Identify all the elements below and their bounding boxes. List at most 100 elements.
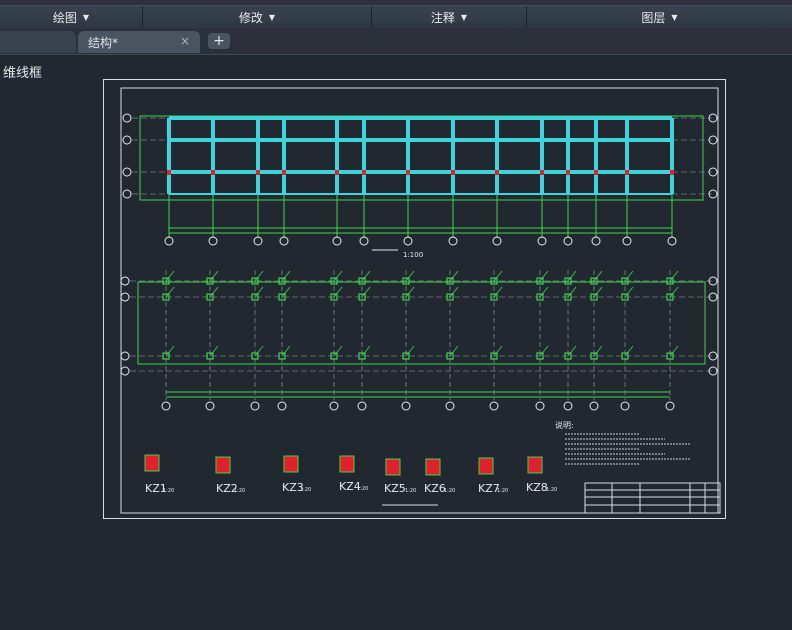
leader-line [669, 345, 679, 357]
column-mark [406, 170, 410, 175]
axis-bubble [492, 236, 502, 246]
leader-line [254, 286, 264, 298]
axis-bubble [120, 366, 130, 376]
column-detail-kz1: KZ11:20 [144, 454, 174, 495]
axis-bubble [591, 236, 601, 246]
detail-label: KZ8 [526, 481, 548, 494]
column-mark [625, 170, 629, 175]
leader-line [405, 345, 415, 357]
column-detail-kz5: KZ5 1:20 [384, 458, 416, 495]
axis-bubble [359, 236, 369, 246]
axis-bubble [250, 401, 260, 411]
column-mark [211, 170, 215, 175]
column-mark [670, 170, 674, 175]
leader-line [361, 286, 371, 298]
drawing-canvas[interactable]: 1:100 KZ11:20 KZ21:20 KZ31:20 KZ41:20 KZ… [0, 0, 792, 630]
leader-line [281, 345, 291, 357]
column-mark [495, 170, 499, 175]
detail-scale: 1:20 [444, 488, 455, 494]
leader-line [281, 270, 291, 282]
axis-bubble [120, 292, 130, 302]
axis-bubble [563, 236, 573, 246]
detail-scale: 1:20 [163, 488, 174, 494]
leader-line [624, 345, 634, 357]
leader-line [333, 270, 343, 282]
axis-bubble [161, 401, 171, 411]
leader-line [254, 270, 264, 282]
axis-bubble [537, 236, 547, 246]
leader-line [165, 286, 175, 298]
detail-scale: 1:20 [497, 488, 508, 494]
column-mark [167, 170, 171, 175]
detail-scale: 1:20 [405, 488, 416, 494]
leader-line [539, 345, 549, 357]
leader-line [567, 270, 577, 282]
axis-bubble [357, 401, 367, 411]
leader-line [405, 270, 415, 282]
leader-line [333, 286, 343, 298]
axis-bubble [329, 401, 339, 411]
leader-line [593, 345, 603, 357]
plan-outline [137, 281, 706, 365]
axis-bubble [164, 236, 174, 246]
leader-line [593, 286, 603, 298]
leader-line [333, 345, 343, 357]
leader-line [539, 270, 549, 282]
leader-line [449, 286, 459, 298]
axis-bubble [535, 401, 545, 411]
column-mark [282, 170, 286, 175]
axis-bubble [277, 401, 287, 411]
axis-bubble [122, 113, 132, 123]
column-mark [540, 170, 544, 175]
axis-bubble [122, 135, 132, 145]
column-mark [335, 170, 339, 175]
leader-line [624, 270, 634, 282]
leader-line [405, 286, 415, 298]
axis-bubble [403, 236, 413, 246]
leader-line [593, 270, 603, 282]
axis-bubble [489, 401, 499, 411]
axis-bubble [120, 276, 130, 286]
leader-line [624, 286, 634, 298]
column-mark [594, 170, 598, 175]
detail-scale: 1:20 [300, 487, 311, 493]
axis-bubble [448, 236, 458, 246]
detail-scale: 1:20 [234, 488, 245, 494]
column-detail-kz7: KZ71:20 [478, 457, 508, 495]
detail-label: KZ6 [424, 482, 446, 495]
leader-line [567, 286, 577, 298]
leader-line [209, 345, 219, 357]
general-notes: 说明: [555, 420, 690, 465]
axis-bubble [563, 401, 573, 411]
leader-line [209, 270, 219, 282]
column-plan [120, 270, 718, 411]
column-mark [362, 170, 366, 175]
leader-line [281, 286, 291, 298]
column-detail-kz2: KZ21:20 [215, 456, 245, 495]
axis-bubble [332, 236, 342, 246]
axis-bubble [279, 236, 289, 246]
column-mark [451, 170, 455, 175]
axis-bubble [205, 401, 215, 411]
leader-line [449, 345, 459, 357]
leader-line [361, 270, 371, 282]
column-mark [256, 170, 260, 175]
leader-line [493, 345, 503, 357]
notes-title: 说明: [555, 420, 574, 430]
plan-outline [139, 115, 704, 201]
detail-scale: 1:20 [546, 487, 557, 493]
leader-line [449, 270, 459, 282]
leader-line [669, 286, 679, 298]
axis-bubble [445, 401, 455, 411]
axis-bubble [620, 401, 630, 411]
axis-bubble [208, 236, 218, 246]
axis-bubble [401, 401, 411, 411]
leader-line [567, 345, 577, 357]
leader-line [165, 345, 175, 357]
leader-line [165, 270, 175, 282]
column-mark [566, 170, 570, 175]
leader-line [493, 286, 503, 298]
axis-bubble [622, 236, 632, 246]
plan-scale-label: 1:100 [403, 251, 423, 259]
detail-label: KZ5 [384, 482, 406, 495]
